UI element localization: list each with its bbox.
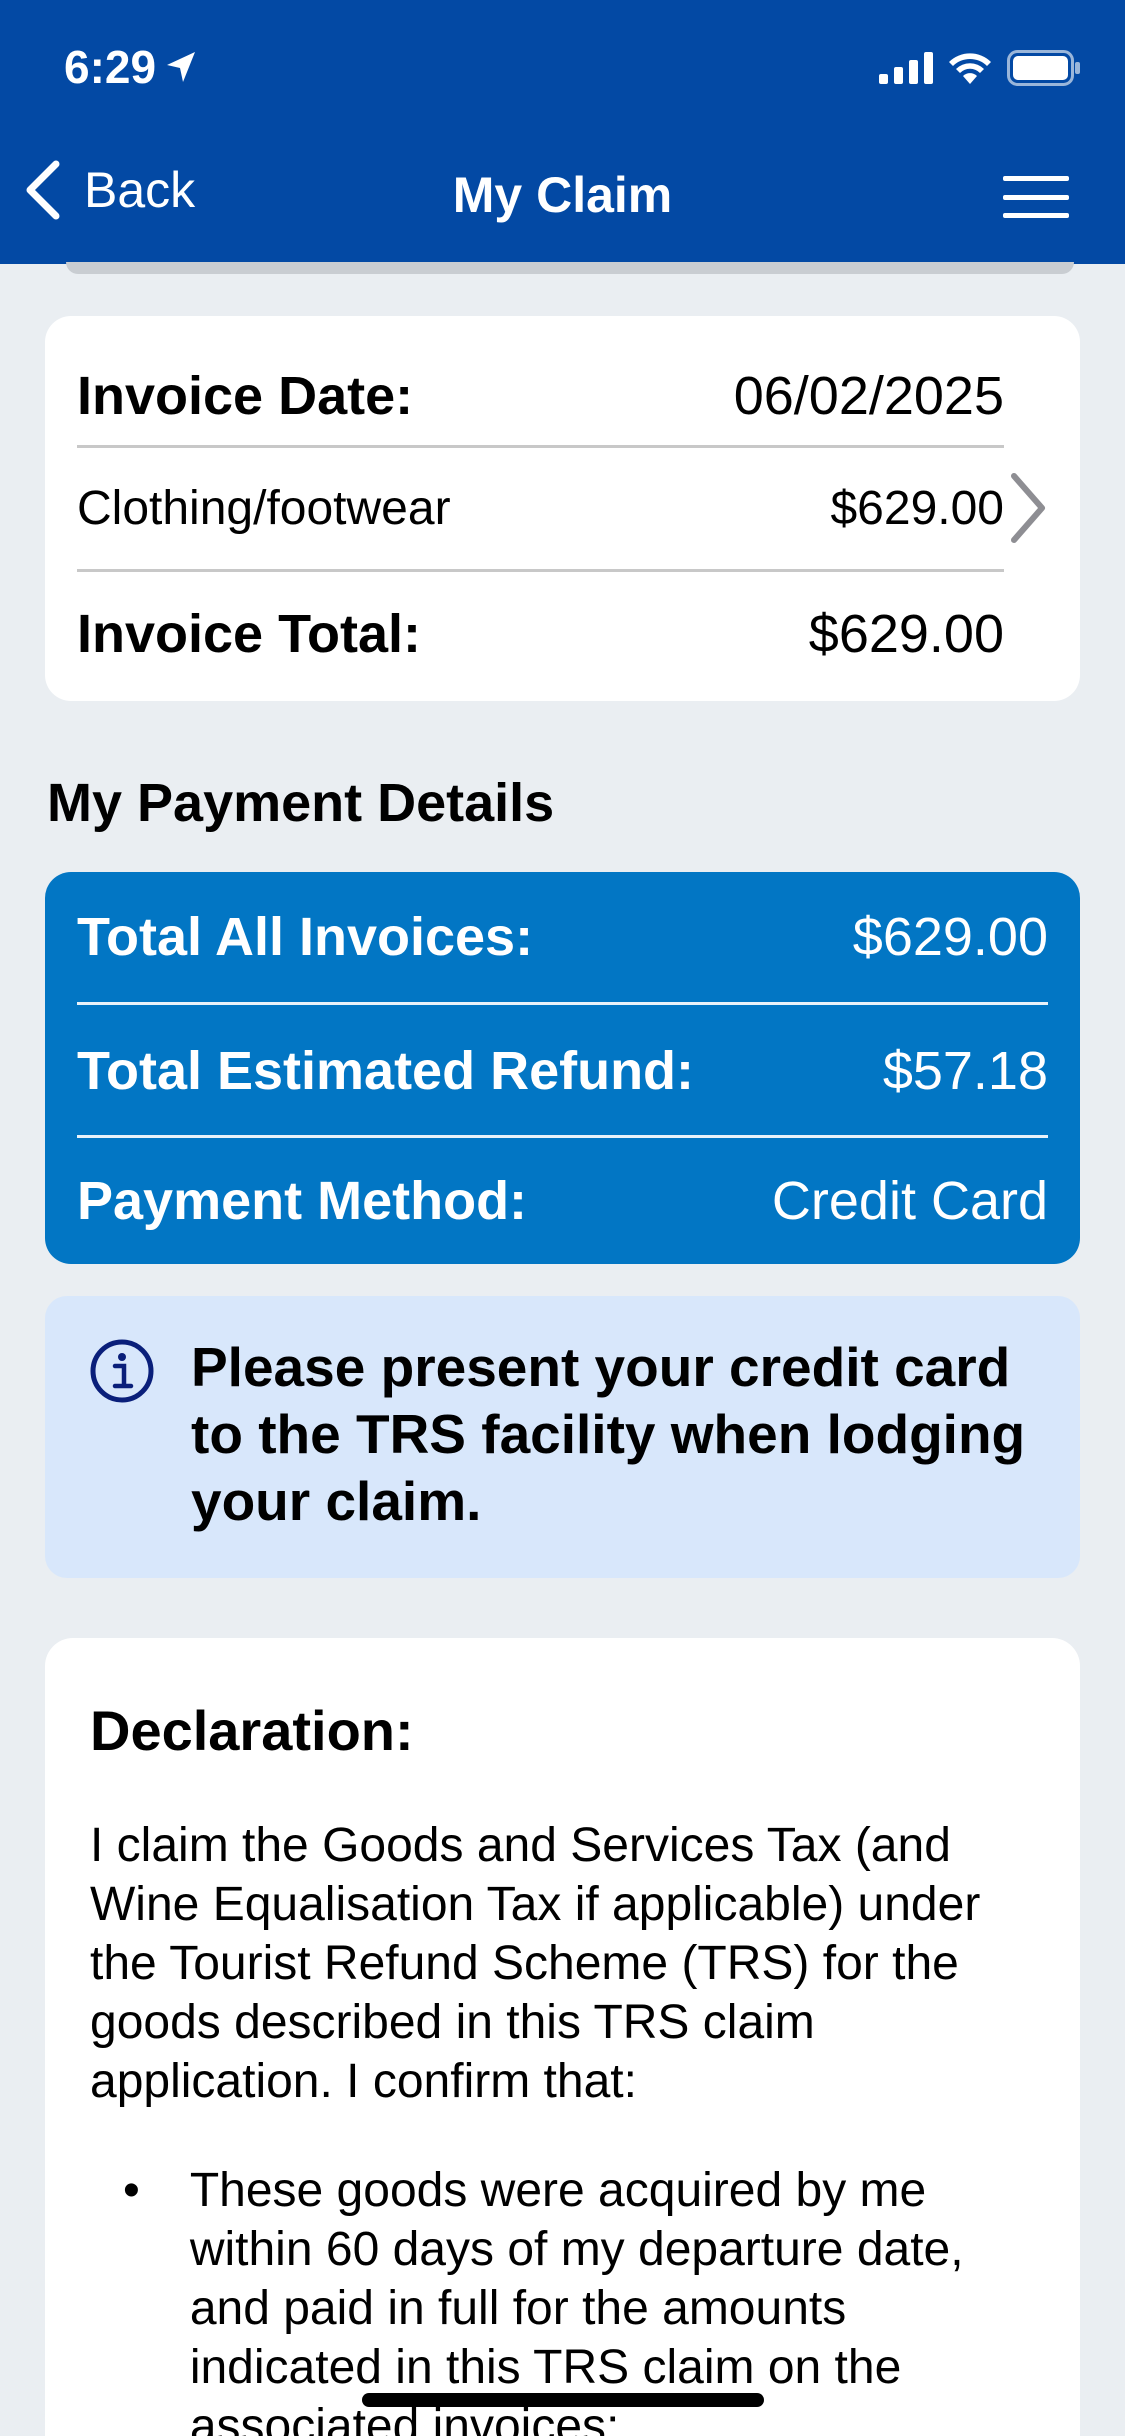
estimated-refund-row: Total Estimated Refund: $57.18 xyxy=(77,1006,1048,1136)
back-button[interactable]: Back xyxy=(24,160,195,220)
previous-card-edge xyxy=(66,262,1074,274)
estimated-refund-value: $57.18 xyxy=(882,1041,1048,1101)
location-arrow-icon xyxy=(167,52,196,82)
invoice-date-label: Invoice Date: xyxy=(77,366,414,426)
invoice-total-label: Invoice Total: xyxy=(77,604,422,664)
total-invoices-value: $629.00 xyxy=(852,907,1048,967)
invoice-total-row: Invoice Total: $629.00 xyxy=(77,572,1004,696)
status-time: 6:29 xyxy=(64,40,198,94)
info-message: Please present your credit card to the T… xyxy=(191,1336,1026,1532)
divider xyxy=(77,1002,1048,1005)
cellular-signal-icon xyxy=(879,52,933,84)
back-label: Back xyxy=(84,162,196,218)
top-bar: 6:29 Back My Claim xyxy=(0,0,1125,264)
info-circle-icon xyxy=(89,1338,155,1409)
bullet-dot: • xyxy=(123,2164,140,2217)
info-notice: Please present your credit card to the T… xyxy=(45,1296,1080,1578)
invoice-item-label: Clothing/footwear xyxy=(77,481,451,535)
hamburger-menu-icon[interactable] xyxy=(1003,176,1069,218)
payment-method-label: Payment Method: xyxy=(77,1171,528,1231)
total-invoices-row: Total All Invoices: $629.00 xyxy=(77,872,1048,1002)
invoice-card: Invoice Date: 06/02/2025 Clothing/footwe… xyxy=(45,316,1080,701)
status-icons xyxy=(879,50,1081,86)
chevron-left-icon xyxy=(24,160,62,220)
invoice-item-row[interactable]: Clothing/footwear $629.00 xyxy=(77,446,1004,570)
home-indicator[interactable] xyxy=(362,2393,764,2407)
chevron-right-icon[interactable] xyxy=(1008,472,1048,549)
invoice-item-amount: $629.00 xyxy=(830,481,1004,535)
declaration-body: I claim the Goods and Services Tax (and … xyxy=(90,1819,981,2108)
total-invoices-label: Total All Invoices: xyxy=(77,907,534,967)
payment-section-title: My Payment Details xyxy=(47,773,555,833)
battery-icon xyxy=(1007,50,1080,86)
estimated-refund-label: Total Estimated Refund: xyxy=(77,1041,695,1101)
payment-details-card: Total All Invoices: $629.00 Total Estima… xyxy=(45,872,1080,1264)
payment-method-value: Credit Card xyxy=(771,1171,1048,1231)
wifi-icon xyxy=(949,53,991,84)
declaration-title: Declaration: xyxy=(90,1699,414,1762)
status-time-text: 6:29 xyxy=(64,41,157,93)
invoice-date-row: Invoice Date: 06/02/2025 xyxy=(77,346,1004,446)
invoice-total-value: $629.00 xyxy=(808,604,1004,664)
declaration-card: Declaration: I claim the Goods and Servi… xyxy=(45,1638,1080,2436)
invoice-date-value: 06/02/2025 xyxy=(733,366,1004,426)
payment-method-row: Payment Method: Credit Card xyxy=(77,1138,1048,1264)
